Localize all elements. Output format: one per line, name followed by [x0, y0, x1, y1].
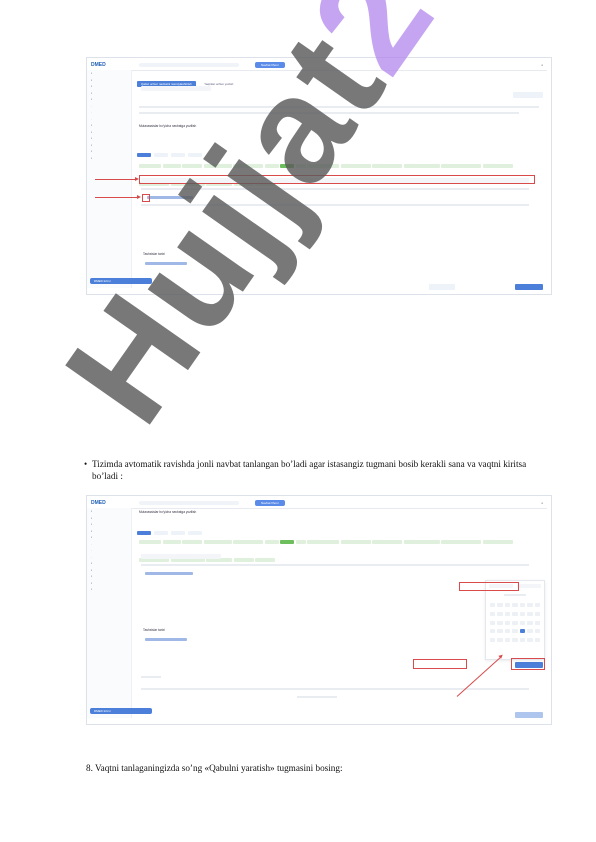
sidebar-item: ▪ [91, 155, 93, 160]
search-field [139, 501, 239, 505]
create-appointment-button-disabled [515, 712, 543, 718]
table-header [141, 564, 529, 566]
bullet-text: Tizimda avtomatik ravishda jonli navbat … [92, 459, 527, 481]
section-title: Mutaxassislar bo'yicha navbatga yozilish [139, 124, 197, 128]
doctor-row-line [141, 204, 529, 206]
time-input [517, 584, 541, 588]
specialty-chips [139, 156, 545, 192]
doctor-row-link [147, 196, 193, 199]
sidebar: ▪ ▪ ▪ ▪ ▪ · · · ▪ ▪ ▪ ▪ ▪ DMED tizimi [87, 508, 152, 718]
results-title [141, 676, 161, 678]
results-header [141, 688, 529, 690]
calendar-month [504, 594, 526, 596]
main-content: Mutaxassislar bo'yicha navbatga yozilish… [137, 510, 545, 718]
history-link [145, 262, 187, 265]
section-title: Mutaxassislar bo'yicha navbatga yozilish [139, 510, 197, 514]
screenshot-date-picker: DMED Navbat fihoni ● ▪ ▪ ▪ ▪ ▪ · · · ▪ ▪… [86, 495, 552, 725]
step-8-text: 8. Vaqtni tanlaganingizda so’ng «Qabulni… [86, 763, 343, 773]
queue-button: Navbat fihoni [255, 500, 285, 506]
top-bar: Navbat fihoni ● [129, 61, 547, 71]
create-button-highlight [511, 658, 545, 670]
date-picker [485, 580, 545, 660]
sidebar-item: ▪ [91, 587, 93, 591]
results-empty [297, 696, 337, 698]
bullet-paragraph: • Tizimda avtomatik ravishda jonli navba… [84, 458, 544, 482]
user-icon: ● [541, 63, 543, 67]
checkbox-highlight [142, 194, 150, 202]
screenshot-appointment-form: DMED Navbat fihoni ● ▪ ▪ ▪ ▪ ▪ · · · ▪ ▪… [86, 57, 552, 295]
arrow-to-checkbox [95, 195, 141, 199]
info-row [139, 106, 539, 108]
queue-button: Navbat fihoni [255, 62, 285, 68]
table-header [141, 188, 529, 190]
change-patient-button [513, 92, 543, 98]
patient-field [141, 86, 211, 91]
form-tabs: Qabul uchun navbatni rasmiylashtirish Ya… [137, 72, 237, 87]
specialty-chips [139, 532, 545, 568]
search-field-highlight [139, 175, 535, 184]
bullet-icon: • [84, 459, 88, 469]
doctor-row-link [145, 572, 193, 575]
history-title: Tashxislar tarixi [143, 628, 165, 632]
step-8-paragraph: 8. Vaqtni tanlaganingizda so’ng «Qabulni… [86, 762, 546, 774]
history-link [145, 638, 187, 641]
time-toggle [429, 284, 455, 290]
top-bar: Navbat fihoni ● [129, 499, 547, 509]
history-title: Tashxislar tarixi [143, 252, 165, 256]
info-row [139, 112, 519, 114]
calendar-grid [490, 603, 540, 645]
doctor-search-field [141, 554, 221, 559]
date-time-highlight [459, 582, 519, 591]
user-icon: ● [541, 501, 543, 505]
dmed-logo: DMED [91, 500, 106, 506]
toggle-highlight [413, 659, 467, 669]
create-appointment-button [515, 284, 543, 290]
arrow-to-search [95, 177, 139, 181]
dmed-logo: DMED [91, 62, 106, 68]
search-field [139, 63, 239, 67]
